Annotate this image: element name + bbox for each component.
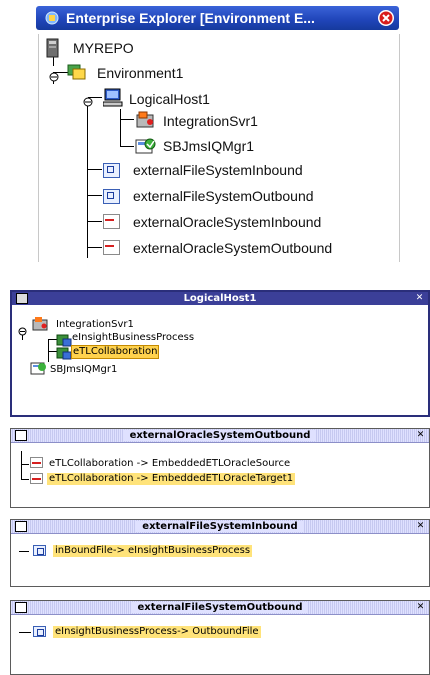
explorer-tree: MYREPO Environment1 LogicalHost1 Integra… [38, 34, 400, 262]
oracle-outbound-panel-titlebar[interactable]: externalOracleSystemOutbound ✕ [11, 429, 429, 443]
tree-item-external-fs-inbound[interactable]: externalFileSystemInbound [133, 162, 303, 178]
oracle-icon [103, 240, 120, 255]
tree-item-environment1[interactable]: Environment1 [97, 65, 183, 81]
computer-icon [102, 87, 123, 111]
fs-inbound-panel-title: externalFileSystemInbound [136, 521, 304, 532]
queue-manager-icon [135, 136, 157, 160]
integration-server-label[interactable]: IntegrationSvr1 [56, 319, 134, 331]
oracle-outbound-panel: externalOracleSystemOutbound ✕ eTLCollab… [10, 428, 430, 508]
close-icon[interactable]: ✕ [415, 430, 426, 440]
server-icon [32, 316, 50, 336]
collaboration-icon [56, 345, 72, 364]
expand-toggle-icon[interactable] [49, 67, 59, 86]
tree-item-myrepo[interactable]: MYREPO [73, 40, 134, 56]
jms-manager-label[interactable]: SBJmsIQMgr1 [50, 364, 117, 376]
fs-outbound-panel-title: externalFileSystemOutbound [131, 602, 309, 613]
tree-item-sbjmsiqmgr1[interactable]: SBJmsIQMgr1 [163, 138, 254, 154]
business-process-label[interactable]: eInsightBusinessProcess [72, 332, 194, 344]
explorer-titlebar[interactable]: Enterprise Explorer [Environment E... [36, 6, 399, 30]
file-system-icon [103, 189, 120, 204]
fs-inbound-row[interactable]: inBoundFile-> eInsightBusinessProcess [53, 545, 253, 557]
tree-item-integrationsvr1[interactable]: IntegrationSvr1 [163, 113, 258, 129]
close-icon[interactable]: ✕ [415, 521, 426, 531]
enterprise-explorer: Enterprise Explorer [Environment E... MY… [28, 0, 402, 262]
fs-outbound-panel: externalFileSystemOutbound ✕ eInsightBus… [10, 600, 430, 675]
fs-outbound-panel-titlebar[interactable]: externalFileSystemOutbound ✕ [11, 601, 429, 615]
logicalhost-panel: LogicalHost1 ✕ IntegrationSvr1 eInsightB… [10, 290, 430, 417]
logicalhost-panel-titlebar[interactable]: LogicalHost1 ✕ [12, 292, 428, 305]
oracle-icon [30, 473, 43, 484]
file-system-icon [33, 545, 46, 556]
oracle-icon [103, 214, 120, 229]
fs-inbound-panel: externalFileSystemInbound ✕ inBoundFile-… [10, 519, 430, 587]
tree-item-external-oracle-inbound[interactable]: externalOracleSystemInbound [133, 214, 321, 230]
file-system-icon [103, 163, 120, 178]
explorer-icon [44, 10, 60, 30]
expand-toggle-icon[interactable] [18, 321, 27, 340]
close-icon[interactable]: ✕ [414, 293, 425, 303]
server-icon [135, 110, 157, 134]
collaboration-label-selected[interactable]: eTLCollaboration [71, 345, 160, 359]
close-icon[interactable] [377, 9, 395, 31]
oracle-outbound-panel-title: externalOracleSystemOutbound [123, 430, 317, 441]
tree-item-external-oracle-outbound[interactable]: externalOracleSystemOutbound [133, 240, 332, 256]
queue-manager-icon [30, 360, 48, 380]
explorer-title: Enterprise Explorer [Environment E... [66, 10, 315, 26]
expand-toggle-icon[interactable] [83, 92, 93, 111]
oracle-outbound-row[interactable]: eTLCollaboration -> EmbeddedETLOracleTar… [47, 473, 296, 485]
oracle-icon [30, 457, 43, 468]
file-system-icon [33, 626, 46, 637]
repository-icon [45, 38, 61, 62]
close-icon[interactable]: ✕ [415, 602, 426, 612]
oracle-outbound-row[interactable]: eTLCollaboration -> EmbeddedETLOracleSou… [49, 458, 290, 470]
tree-item-external-fs-outbound[interactable]: externalFileSystemOutbound [133, 188, 314, 204]
logicalhost-panel-title: LogicalHost1 [183, 293, 257, 304]
tree-item-logicalhost1[interactable]: LogicalHost1 [129, 91, 210, 107]
fs-outbound-row[interactable]: eInsightBusinessProcess-> OutboundFile [53, 626, 261, 638]
fs-inbound-panel-titlebar[interactable]: externalFileSystemInbound ✕ [11, 520, 429, 534]
environment-icon [67, 62, 87, 86]
